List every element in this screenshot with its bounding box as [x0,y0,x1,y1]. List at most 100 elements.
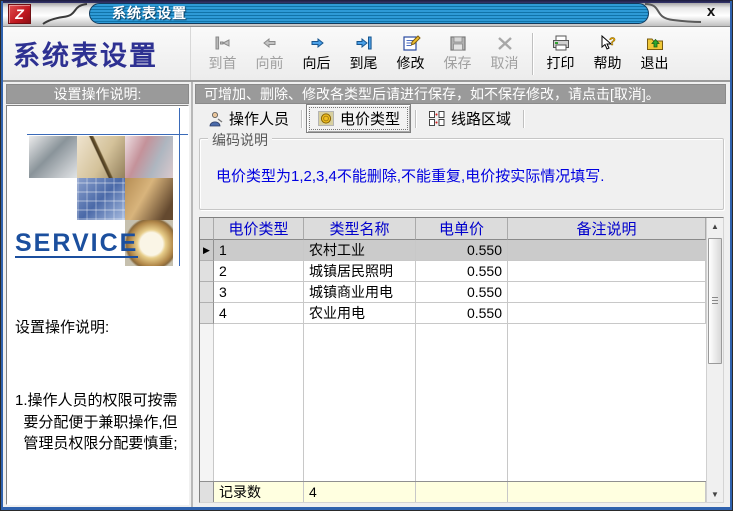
sidebar-header: 设置操作说明: [6,84,189,104]
scrollbar-thumb[interactable] [708,238,722,364]
edit-button[interactable]: 修改 [387,30,434,78]
tab-line-region[interactable]: 线路区域 [420,106,519,131]
tab-operators[interactable]: 操作人员 [199,106,297,131]
cell-unit-price[interactable]: 0.550 [416,261,508,282]
prev-button[interactable]: 向前 [246,30,293,78]
table-row[interactable]: 3城镇商业用电0.550 [200,282,706,303]
cell-unit-price[interactable]: 0.550 [416,240,508,261]
tab-bar: 操作人员 电价类型 线路区域 [195,104,726,133]
grid-body: 电价类型 类型名称 电单价 备注说明 ▶1农村工业0.5502城镇居民照明0.5… [200,218,706,502]
sidebar-body: SERVICE 设置操作说明: 1.操作人员的权限可按需 要分配便于兼职操作,但… [6,105,189,505]
first-label: 到首 [209,53,237,73]
scrollbar-grip [712,297,718,305]
cell-unit-price[interactable]: 0.550 [416,282,508,303]
photo-pens [125,136,173,178]
cell-price-type[interactable]: 2 [214,261,304,282]
next-button[interactable]: 向后 [293,30,340,78]
cancel-button[interactable]: 取消 [481,30,528,78]
scroll-down-button[interactable]: ▼ [707,486,723,502]
last-icon [354,34,374,52]
footer-empty-cell [416,482,508,502]
row-indicator[interactable] [200,261,214,282]
table-row[interactable]: 4农业用电0.550 [200,303,706,324]
last-label: 到尾 [350,53,378,73]
print-icon [551,34,571,52]
save-label: 保存 [444,53,472,73]
tab-separator [301,110,302,128]
tab-price-type[interactable]: 电价类型 [306,104,411,133]
prev-icon [260,34,280,52]
vertical-scrollbar[interactable]: ▲ ▼ [706,218,723,502]
scrollbar-track[interactable] [707,234,723,486]
grid-header-indicator [200,218,214,240]
footer-record-count-label: 记录数 [214,482,304,502]
groupbox-legend: 编码说明 [208,130,272,150]
cell-unit-price[interactable]: 0.550 [416,303,508,324]
table-row[interactable]: 2城镇居民照明0.550 [200,261,706,282]
help-icon: ? [598,34,618,52]
photo-flashlight [29,136,77,178]
photo-pen [77,136,125,178]
exit-button[interactable]: 退出 [631,30,678,78]
page-title: 系统表设置 [3,27,191,80]
next-icon [307,34,327,52]
row-indicator[interactable]: ▶ [200,240,214,261]
notice-bar: 可增加、删除、修改各类型后请进行保存，如不保存修改，请点击[取消]。 [195,84,726,104]
col-header-unit-price[interactable]: 电单价 [416,218,508,240]
cell-note[interactable] [508,282,706,303]
cancel-icon [495,34,515,52]
table-row[interactable]: ▶1农村工业0.550 [200,240,706,261]
print-label: 打印 [547,53,575,73]
close-button[interactable]: x [702,3,720,21]
col-header-note[interactable]: 备注说明 [508,218,706,240]
price-type-grid: 电价类型 类型名称 电单价 备注说明 ▶1农村工业0.5502城镇居民照明0.5… [199,217,724,503]
svg-text:?: ? [609,36,616,48]
save-icon [448,34,468,52]
footer-indicator [200,482,214,502]
col-header-type-name[interactable]: 类型名称 [304,218,416,240]
save-button[interactable]: 保存 [434,30,481,78]
service-logo-text: SERVICE [15,230,138,258]
scroll-up-button[interactable]: ▲ [707,218,723,234]
app-surface: Z 系统表设置 x 系统表设置 到首 向前 [3,0,730,507]
prev-label: 向前 [256,53,284,73]
exit-icon [645,34,665,52]
content-area: 设置操作说明: SERVICE 设置操作说明: 1.操作人员的权限可按需 要分配… [3,82,730,507]
cancel-label: 取消 [491,53,519,73]
cell-type-name[interactable]: 农业用电 [304,303,416,324]
row-indicator[interactable] [200,282,214,303]
first-icon [213,34,233,52]
groupbox-text: 电价类型为1,2,3,4不能删除,不能重复,电价按实际情况填写. [216,165,604,186]
decor-line-horizontal [27,134,189,135]
app-window: Z 系统表设置 x 系统表设置 到首 向前 [0,0,733,511]
titlebar-swoosh-left [41,3,91,25]
cell-note[interactable] [508,261,706,282]
cell-note[interactable] [508,303,706,324]
print-button[interactable]: 打印 [537,30,584,78]
sidebar: 设置操作说明: SERVICE 设置操作说明: 1.操作人员的权限可按需 要分配… [3,82,193,507]
photo-hand [125,178,173,220]
title-bar: Z 系统表设置 x [3,0,730,27]
footer-record-count-value: 4 [304,482,416,502]
footer-empty-cell [508,482,706,502]
main-panel: 可增加、删除、修改各类型后请进行保存，如不保存修改，请点击[取消]。 操作人员 … [193,82,730,507]
operator-icon [207,111,224,127]
cell-type-name[interactable]: 农村工业 [304,240,416,261]
notes-title: 设置操作说明: [15,317,184,338]
cell-type-name[interactable]: 城镇居民照明 [304,261,416,282]
grid-footer-row: 记录数 4 [200,481,706,502]
cell-price-type[interactable]: 4 [214,303,304,324]
cell-price-type[interactable]: 1 [214,240,304,261]
tab-operators-label: 操作人员 [229,108,289,129]
app-logo-icon: Z [8,4,31,24]
toolbar-buttons: 到首 向前 向后 到尾 [191,27,678,80]
row-indicator[interactable] [200,303,214,324]
exit-label: 退出 [641,53,669,73]
help-button[interactable]: ? 帮助 [584,30,631,78]
first-button[interactable]: 到首 [199,30,246,78]
cell-price-type[interactable]: 3 [214,282,304,303]
last-button[interactable]: 到尾 [340,30,387,78]
cell-type-name[interactable]: 城镇商业用电 [304,282,416,303]
col-header-price-type[interactable]: 电价类型 [214,218,304,240]
cell-note[interactable] [508,240,706,261]
